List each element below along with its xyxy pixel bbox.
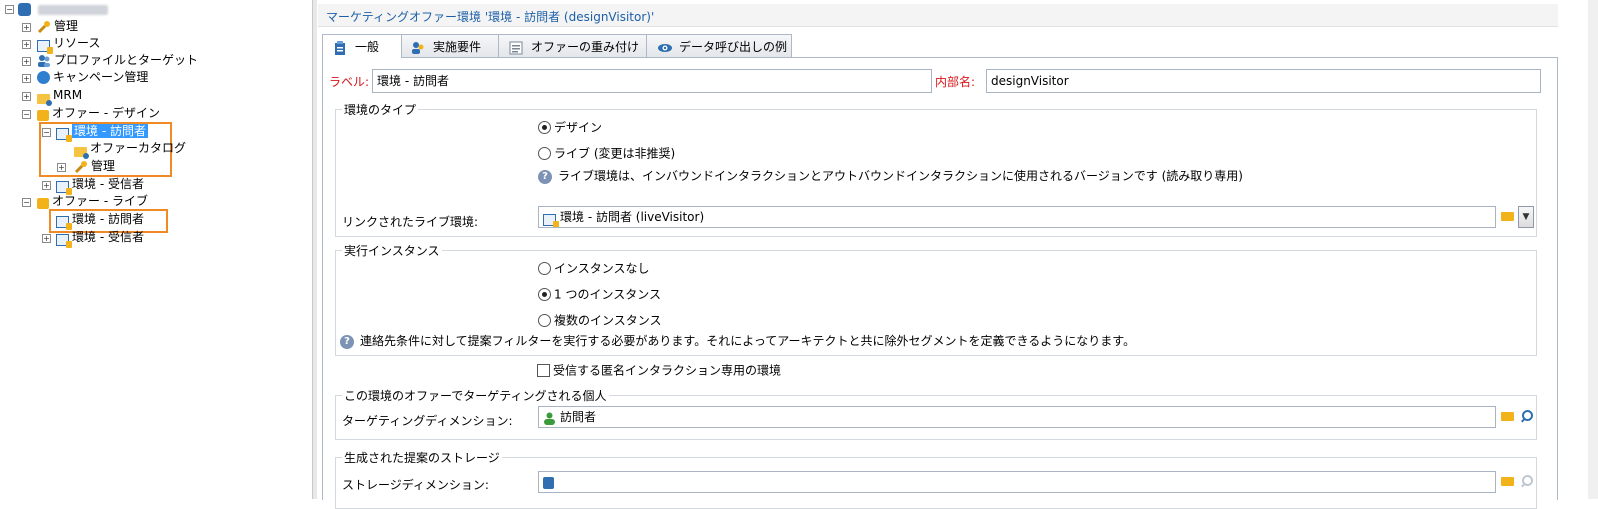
linked-live-input[interactable]: 環境 - 訪問者 (liveVisitor) xyxy=(538,206,1496,228)
collapse-toggle[interactable]: − xyxy=(22,198,31,207)
storage-group: 生成された提案のストレージ ストレージディメンション: xyxy=(335,449,1537,509)
list-icon xyxy=(509,40,523,54)
help-icon: ? xyxy=(538,169,552,184)
folder-browse-icon[interactable] xyxy=(1500,208,1516,224)
group-title: 生成された提案のストレージ xyxy=(342,449,502,466)
search-icon[interactable] xyxy=(1519,408,1535,424)
tab-general[interactable]: 一般 xyxy=(322,34,402,58)
tree-item-admin[interactable]: 管理 xyxy=(37,18,78,35)
group-title: 実行インスタンス xyxy=(342,242,442,259)
tab-content-general: ラベル: 環境 - 訪問者 内部名: designVisitor 環境のタイプ … xyxy=(322,57,1558,509)
tree-item-admin-sub[interactable]: 管理 xyxy=(74,158,115,175)
instance-info: ? 連絡先条件に対して提案フィルターを実行する必要があります。それによってアーキテ… xyxy=(340,333,1135,349)
main-panel: マーケティングオファー環境 '環境 - 訪問者 (designVisitor)'… xyxy=(318,0,1564,509)
linked-live-caption: リンクされたライブ環境: xyxy=(342,215,479,229)
offer-gift-icon xyxy=(37,198,49,209)
environment-icon xyxy=(56,180,72,195)
chevron-down-icon[interactable]: ▼ xyxy=(1518,206,1534,228)
environment-icon xyxy=(543,213,559,227)
wrench-icon xyxy=(37,20,51,34)
expand-toggle[interactable]: + xyxy=(22,57,31,66)
anonymous-only-checkbox[interactable]: 受信する匿名インタラクション専用の環境 xyxy=(537,363,781,378)
tree-item-offer-design[interactable]: オファー - デザイン xyxy=(37,105,160,122)
campaign-icon xyxy=(37,71,50,84)
targeting-group: この環境のオファーでターゲティングされる個人 ターゲティングディメンション: 訪… xyxy=(335,387,1537,440)
radio-design[interactable]: デザイン xyxy=(538,120,602,135)
environment-icon xyxy=(56,233,72,248)
live-info: ? ライブ環境は、インバウンドインタラクションとアウトバウンドインタラクションに使… xyxy=(538,168,1243,184)
panel-splitter[interactable] xyxy=(312,0,317,499)
radio-unselected xyxy=(538,262,551,275)
database-icon xyxy=(18,3,31,16)
help-icon: ? xyxy=(340,334,354,349)
targeting-caption: ターゲティングディメンション: xyxy=(342,414,513,428)
vertical-scrollbar[interactable] xyxy=(1588,0,1598,499)
navigation-tree: − + 管理 + リソース + プロファイルとターゲット + キャンペーン管理 … xyxy=(0,0,312,499)
person-icon xyxy=(543,411,556,425)
storage-caption: ストレージディメンション: xyxy=(342,478,489,492)
window-header: マーケティングオファー環境 '環境 - 訪問者 (designVisitor)' xyxy=(318,4,1558,27)
schema-icon xyxy=(543,476,554,489)
catalog-folder-icon xyxy=(74,146,89,159)
expand-toggle[interactable]: + xyxy=(22,92,31,101)
people-icon xyxy=(37,54,51,68)
expand-toggle[interactable]: + xyxy=(57,163,66,172)
people-icon xyxy=(411,40,425,54)
environment-type-group: 環境のタイプ デザイン ライブ (変更は非推奨) ? ライブ環境は、インバウンドイ… xyxy=(335,101,1537,237)
tree-item-campaign[interactable]: キャンペーン管理 xyxy=(37,69,148,86)
tree-root[interactable] xyxy=(18,1,108,18)
tree-item-resources[interactable]: リソース xyxy=(37,35,100,54)
folder-browse-icon[interactable] xyxy=(1500,473,1516,489)
label-caption: ラベル: xyxy=(329,75,370,89)
expand-toggle[interactable]: + xyxy=(22,23,31,32)
radio-selected xyxy=(538,121,551,134)
tree-item-profiles[interactable]: プロファイルとターゲット xyxy=(37,52,198,69)
window-title: マーケティングオファー環境 '環境 - 訪問者 (designVisitor)' xyxy=(326,10,655,24)
expand-toggle[interactable]: + xyxy=(42,234,51,243)
tab-offer-weighting[interactable]: オファーの重み付け xyxy=(498,34,648,57)
mrm-folder-icon xyxy=(37,93,52,106)
checkbox-box xyxy=(537,364,550,377)
tree-item-offer-live[interactable]: オファー - ライブ xyxy=(37,193,148,210)
collapse-toggle[interactable]: − xyxy=(5,5,14,14)
internal-name-caption: 内部名: xyxy=(935,75,976,89)
environment-icon xyxy=(56,215,72,230)
eye-icon xyxy=(657,40,672,54)
radio-unselected xyxy=(538,147,551,160)
radio-one-instance[interactable]: 1 つのインスタンス xyxy=(538,287,661,302)
offer-gift-icon xyxy=(37,110,49,121)
collapse-toggle[interactable]: − xyxy=(22,110,31,119)
resource-folder-icon xyxy=(37,39,53,54)
search-icon xyxy=(1519,473,1535,489)
tree-item-offer-catalog[interactable]: オファーカタログ xyxy=(74,140,186,159)
wrench-icon xyxy=(74,160,88,174)
internal-name-input[interactable]: designVisitor xyxy=(986,69,1541,93)
group-title: 環境のタイプ xyxy=(342,101,419,118)
folder-browse-icon[interactable] xyxy=(1500,408,1516,424)
group-title: この環境のオファーでターゲティングされる個人 xyxy=(342,387,609,404)
expand-toggle[interactable]: + xyxy=(22,74,31,83)
tab-data-call-example[interactable]: データ呼び出しの例 xyxy=(646,34,792,57)
expand-toggle[interactable]: + xyxy=(42,181,51,190)
expand-toggle[interactable]: + xyxy=(22,40,31,49)
tree-item-env-recipient-design[interactable]: 環境 - 受信者 xyxy=(56,176,144,195)
targeting-dimension-input[interactable]: 訪問者 xyxy=(538,406,1496,428)
tree-item-env-visitor-live[interactable]: 環境 - 訪問者 xyxy=(56,211,144,230)
tree-item-env-visitor-design[interactable]: 環境 - 訪問者 xyxy=(56,123,148,142)
clipboard-icon xyxy=(333,40,347,55)
radio-live[interactable]: ライブ (変更は非推奨) xyxy=(538,146,675,161)
environment-icon xyxy=(56,127,72,142)
radio-no-instance[interactable]: インスタンスなし xyxy=(538,261,650,276)
tree-item-mrm[interactable]: MRM xyxy=(37,87,82,106)
tree-item-env-recipient-live[interactable]: 環境 - 受信者 xyxy=(56,229,144,248)
tab-eligibility[interactable]: 実施要件 xyxy=(400,34,500,57)
radio-selected xyxy=(538,288,551,301)
label-input[interactable]: 環境 - 訪問者 xyxy=(372,69,932,93)
storage-dimension-input[interactable] xyxy=(538,471,1496,493)
radio-unselected xyxy=(538,314,551,327)
collapse-toggle[interactable]: − xyxy=(42,128,51,137)
execution-instance-group: 実行インスタンス インスタンスなし 1 つのインスタンス 複数のインスタンス ?… xyxy=(335,242,1537,356)
radio-multiple-instances[interactable]: 複数のインスタンス xyxy=(538,313,662,328)
